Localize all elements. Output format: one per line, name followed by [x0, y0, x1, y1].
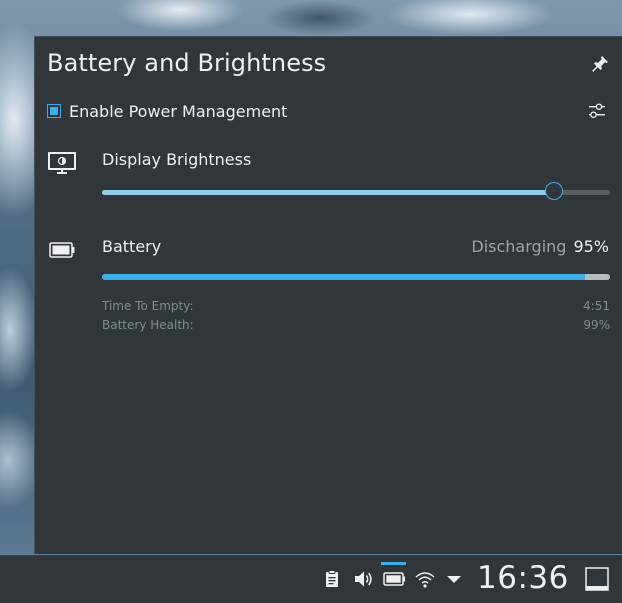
time-to-empty-row: Time To Empty: 4:51	[102, 299, 610, 313]
time-to-empty-label: Time To Empty:	[102, 299, 194, 313]
power-management-label: Enable Power Management	[69, 101, 288, 121]
time-to-empty-value: 4:51	[583, 299, 610, 313]
brightness-slider-handle[interactable]	[545, 182, 564, 200]
battery-label: Battery	[102, 237, 162, 256]
taskbar: 16:36	[0, 555, 622, 603]
volume-icon[interactable]	[352, 568, 374, 590]
battery-tray-active-indicator	[381, 562, 406, 565]
configure-icon[interactable]	[587, 101, 607, 121]
battery-health-row: Battery Health: 99%	[102, 318, 610, 332]
display-brightness-label: Display Brightness	[102, 150, 252, 169]
desktop-screen: Battery and Brightness Enable Power Mana…	[0, 0, 622, 603]
show-desktop-icon[interactable]	[584, 566, 610, 592]
taskbar-clock[interactable]: 16:36	[477, 560, 569, 596]
display-brightness-icon	[48, 152, 76, 174]
battery-charge-bar	[102, 274, 610, 280]
brightness-slider-fill	[102, 190, 555, 195]
battery-percent: 95%	[573, 237, 609, 256]
battery-health-value: 99%	[583, 318, 610, 332]
battery-state: Discharging	[471, 237, 567, 256]
battery-brightness-popup: Battery and Brightness Enable Power Mana…	[34, 36, 622, 554]
battery-status: Discharging 95%	[471, 237, 609, 256]
wifi-icon[interactable]	[414, 568, 436, 590]
battery-icon	[49, 242, 75, 258]
pin-icon[interactable]	[591, 55, 609, 73]
popup-title: Battery and Brightness	[47, 49, 327, 77]
display-brightness-slider[interactable]	[102, 181, 610, 203]
battery-health-label: Battery Health:	[102, 318, 194, 332]
clipboard-icon[interactable]	[321, 568, 343, 590]
battery-charge-fill	[102, 274, 585, 280]
power-management-checkbox[interactable]	[47, 104, 61, 118]
battery-icon[interactable]	[382, 568, 406, 590]
expand-arrow-icon[interactable]	[443, 568, 465, 590]
power-management-toggle[interactable]: Enable Power Management	[47, 100, 287, 122]
